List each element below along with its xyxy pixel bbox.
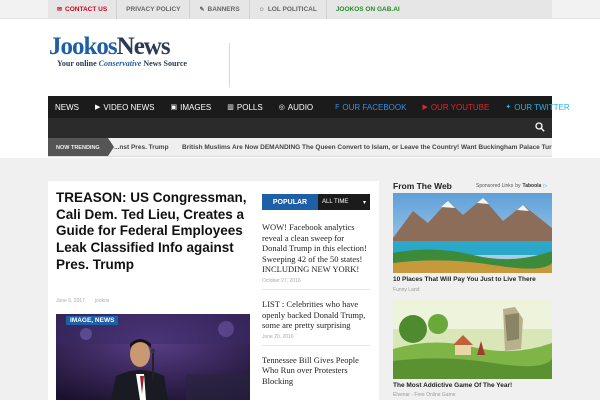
contact-us-link[interactable]: ✉ CONTACT US [48,0,118,19]
header-divider [229,43,230,87]
trending-label: NOW TRENDING [48,138,114,156]
smiley-icon: ☺ [258,6,265,13]
nav-audio[interactable]: ◎ AUDIO [271,96,321,118]
speaker-photo [56,314,250,400]
main-nav: NEWS ▶ VIDEO NEWS ▣ IMAGES ▥ POLLS ◎ AUD… [48,96,570,118]
popular-item: LIST : Celebrities who have openly backe… [262,299,370,346]
site-header: JookosNews Your online Conservative News… [0,19,600,96]
nav-youtube[interactable]: ▶ OUR YOUTUBE [414,96,497,118]
pencil-icon: ✎ [199,7,205,13]
nav-facebook[interactable]: f OUR FACEBOOK [321,96,414,118]
lol-political-link[interactable]: ☺ LOL POLITICAL [250,0,327,19]
tab-popular[interactable]: POPULAR [262,194,318,210]
ad-image-game[interactable] [393,299,552,379]
twitter-icon: ✦ [505,104,512,111]
nav-polls[interactable]: ▥ POLLS [219,96,270,118]
sub-nav [48,118,552,138]
envelope-icon: ✉ [57,7,63,13]
popular-widget: POPULAR ALL TIME ▾ WOW! Facebook analyti… [262,194,370,401]
jookos-gab-link[interactable]: JOOKOS ON GAB.AI [327,0,409,19]
logo-part-a: Jookos [49,33,118,60]
nav-news[interactable]: NEWS [48,96,87,118]
video-icon: ▶ [95,104,101,111]
article-date: June 6, 2017 [56,298,85,304]
ad-image-mountains[interactable] [393,193,552,273]
ad-source: Elvenar - Free Online Game [393,392,456,398]
facebook-icon: f [335,103,340,111]
popular-item: WOW! Facebook analytics reveal a clean s… [262,222,370,290]
trending-item[interactable]: British Muslims Are Now DEMANDING The Qu… [182,138,552,156]
article-headline[interactable]: TREASON: US Congressman, Cali Dem. Ted L… [56,190,256,274]
nav-images[interactable]: ▣ IMAGES [163,96,220,118]
trending-ticker: NOW TRENDING ...nst Pres. Trump British … [48,138,552,157]
nav-twitter[interactable]: ✦ OUR TWITTER [497,96,577,118]
popular-item-title[interactable]: LIST : Celebrities who have openly backe… [262,299,370,331]
from-the-web-heading: From The Web [393,181,452,191]
logo-tagline: Your online Conservative News Source [57,59,187,68]
article-image[interactable] [56,314,250,400]
search-icon[interactable] [535,122,545,132]
time-filter-select[interactable]: ALL TIME ▾ [318,194,370,210]
popular-item-date: June 20, 2016 [262,333,294,340]
popular-item-title[interactable]: Tennessee Bill Gives People Who Run over… [262,355,370,387]
nav-video-news[interactable]: ▶ VIDEO NEWS [87,96,163,118]
popular-item-date: October 27, 2016 [262,277,301,284]
taboola-logo: Taboola [522,183,542,189]
bar-chart-icon: ▥ [227,104,234,111]
popular-item: Tennessee Bill Gives People Who Run over… [262,355,370,392]
banners-link[interactable]: ✎ BANNERS [190,0,250,19]
article-tags[interactable]: IMAGE, NEWS [66,316,119,325]
top-links: ✉ CONTACT US PRIVACY POLICY ✎ BANNERS ☺ … [48,0,552,19]
site-logo[interactable]: JookosNews Your online Conservative News… [49,33,187,69]
privacy-policy-link[interactable]: PRIVACY POLICY [117,0,191,19]
popular-item-title[interactable]: WOW! Facebook analytics reveal a clean s… [262,222,370,275]
top-bar: ✉ CONTACT US PRIVACY POLICY ✎ BANNERS ☺ … [0,0,600,19]
ad-source: Funny Land [393,287,420,293]
youtube-icon: ▶ [422,104,428,111]
ad-title[interactable]: 10 Places That Will Pay You Just to Live… [393,276,536,283]
article-meta: June 6, 2017 jookos [56,298,109,304]
caret-down-icon: ▾ [362,199,366,206]
logo-part-b: News [116,33,171,60]
sponsored-links[interactable]: Sponsored Links by Taboola ▷ [476,183,547,189]
ad-title[interactable]: The Most Addictive Game Of The Year! [393,382,512,389]
image-icon: ▣ [170,104,178,111]
trending-item[interactable]: ...nst Pres. Trump [114,138,169,156]
audio-icon: ◎ [278,104,285,111]
adchoices-icon: ▷ [543,183,548,189]
article-author[interactable]: jookos [95,298,109,304]
